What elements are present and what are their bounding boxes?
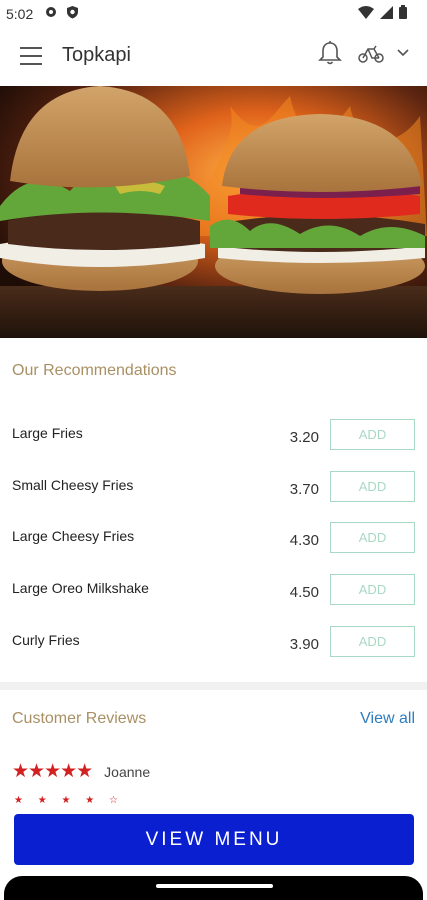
recommendations-section: Our Recommendations Large Fries 3.20 ADD… [0,338,427,682]
reviewer-name: Joanne [104,763,151,780]
item-price: 3.20 [289,429,319,446]
item-name: Large Fries [12,425,83,441]
item-name: Large Oreo Milkshake [12,580,149,596]
item-name: Small Cheesy Fries [12,477,134,493]
home-indicator[interactable] [156,884,273,888]
item-price: 4.30 [289,532,319,549]
app-bar: Topkapi [0,28,427,87]
recommendation-row: Small Cheesy Fries 3.70 ADD [0,471,427,511]
recommendation-row: Curly Fries 3.90 ADD [0,626,427,666]
shield-icon [67,6,78,19]
hero-burgers-image [0,86,427,338]
bell-icon[interactable] [318,40,342,66]
battery-icon [399,5,407,19]
star-rating-partial: ★ ★ ★ ★ ☆ [14,795,124,806]
item-price: 3.90 [289,636,319,653]
recommendation-row: Large Cheesy Fries 4.30 ADD [0,522,427,562]
status-time: 5:02 [6,6,34,22]
recommendation-row: Large Oreo Milkshake 4.50 ADD [0,574,427,614]
delivery-bike-icon[interactable] [358,44,384,64]
view-all-link[interactable]: View all [360,710,415,728]
menu-icon[interactable] [20,47,42,65]
add-button[interactable]: ADD [330,626,415,657]
section-divider [0,682,427,690]
app-title: Topkapi [62,44,131,66]
recommendations-title: Our Recommendations [12,362,177,379]
recommendation-row: Large Fries 3.20 ADD [0,419,427,459]
reviews-title: Customer Reviews [12,710,147,727]
add-button[interactable]: ADD [330,471,415,502]
item-price: 3.70 [289,481,319,498]
chevron-down-icon[interactable] [396,48,410,58]
status-icons-right [358,5,407,19]
wifi-icon [358,5,374,19]
status-icons-left [44,5,79,19]
item-name: Large Cheesy Fries [12,528,135,544]
add-button[interactable]: ADD [330,522,415,553]
settings-icon [46,7,56,17]
item-price: 4.50 [289,584,319,601]
status-bar: 5:02 [0,0,427,28]
system-nav-bar [4,876,423,900]
item-name: Curly Fries [12,632,80,648]
review-item: ★★★★★ Joanne [12,760,150,783]
star-rating: ★★★★★ [12,761,93,782]
add-button[interactable]: ADD [330,574,415,605]
view-menu-button[interactable]: VIEW MENU [14,814,414,865]
signal-icon [380,5,393,19]
add-button[interactable]: ADD [330,419,415,450]
